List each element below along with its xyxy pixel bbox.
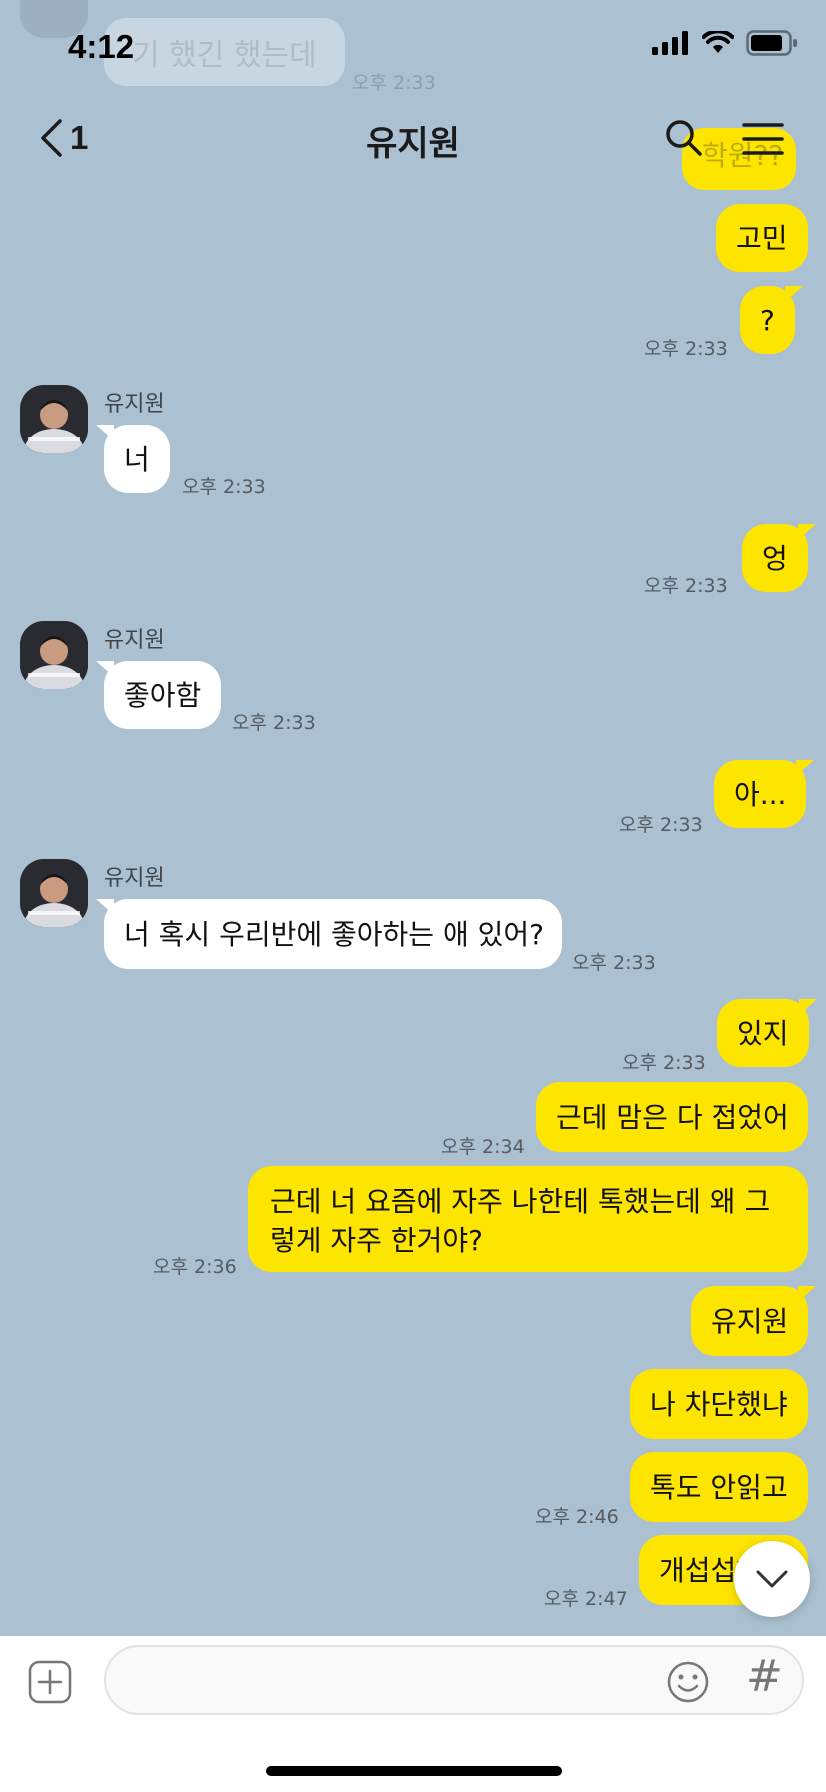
ghost-message-bubble: 기 했긴 했는데 (104, 18, 345, 86)
message-time: 오후 2:33 (644, 338, 728, 360)
avatar[interactable] (20, 859, 88, 927)
signal-icon (652, 31, 688, 55)
chevron-down-icon (756, 1570, 788, 1588)
menu-button[interactable] (742, 122, 784, 160)
sender-name: 유지원 (104, 628, 165, 653)
message-bubble[interactable]: 톡도 안읽고 (630, 1452, 808, 1522)
attach-button[interactable] (28, 1660, 72, 1704)
message-bubble[interactable]: 유지원 (691, 1286, 817, 1356)
battery-icon (746, 30, 797, 56)
message-time: 오후 2:33 (622, 1052, 706, 1074)
avatar[interactable] (20, 621, 88, 689)
status-time: 4:12 (68, 28, 135, 65)
message-bubble[interactable]: 너 (96, 425, 170, 493)
message-bubble[interactable]: 엉 (742, 524, 816, 592)
message-bubble[interactable]: 있지 (717, 999, 817, 1067)
wifi-icon (702, 31, 734, 53)
scroll-down-button[interactable] (734, 1541, 810, 1617)
message-time: 오후 2:33 (644, 575, 728, 597)
emoji-button[interactable] (666, 1660, 710, 1704)
status-icons (652, 30, 798, 56)
message-time: 오후 2:36 (153, 1256, 237, 1278)
ghost-message-time: 오후 2:33 (352, 72, 436, 94)
message-time: 오후 2:33 (182, 476, 266, 498)
message-bubble[interactable]: ? (740, 286, 803, 354)
plus-icon (28, 1660, 72, 1704)
message-time: 오후 2:47 (544, 1588, 628, 1610)
message-time: 오후 2:33 (572, 952, 656, 974)
message-time: 오후 2:34 (441, 1136, 525, 1158)
search-icon (666, 120, 702, 156)
hash-icon: # (746, 1651, 783, 1702)
message-time: 오후 2:33 (619, 814, 703, 836)
hash-button[interactable]: # (746, 1651, 783, 1702)
message-bubble[interactable]: 근데 너 요즘에 자주 나한테 톡했는데 왜 그렇게 자주 한거야? (248, 1166, 808, 1272)
message-bubble[interactable]: 너 혹시 우리반에 좋아하는 애 있어? (96, 899, 562, 969)
search-button[interactable] (664, 118, 704, 162)
menu-icon (742, 123, 784, 155)
message-bubble[interactable]: 좋아함 (95, 661, 222, 729)
message-bubble[interactable]: 나 차단했냐 (630, 1369, 808, 1439)
message-bubble[interactable]: 고민 (716, 204, 808, 272)
emoji-icon (667, 1661, 709, 1703)
profile-photo-icon (20, 621, 88, 689)
message-bubble[interactable]: 근데 맘은 다 접었어 (536, 1082, 808, 1152)
avatar[interactable] (20, 385, 88, 453)
profile-photo-icon (20, 859, 88, 927)
profile-photo-icon (20, 385, 88, 453)
message-time: 오후 2:33 (232, 712, 316, 734)
message-bubble[interactable]: 아... (714, 760, 815, 828)
message-time: 오후 2:46 (535, 1506, 619, 1528)
home-indicator (266, 1766, 562, 1776)
sender-name: 유지원 (104, 866, 165, 891)
sender-name: 유지원 (104, 392, 165, 417)
